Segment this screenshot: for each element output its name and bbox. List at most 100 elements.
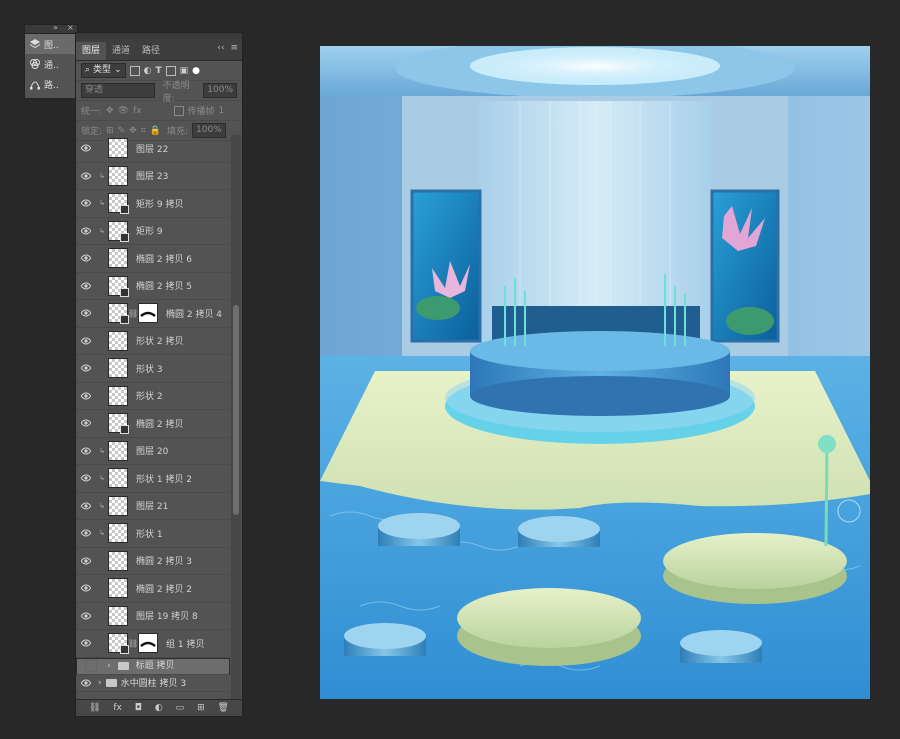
filter-toggle-icon[interactable]: ● xyxy=(192,66,200,76)
eye-icon[interactable] xyxy=(76,474,96,482)
unify-visibility-icon[interactable]: 👁 xyxy=(118,106,129,116)
eye-icon[interactable] xyxy=(76,199,96,207)
layer-thumbnail[interactable] xyxy=(108,165,128,186)
layer-name[interactable]: 椭圆 2 拷贝 3 xyxy=(136,554,192,567)
layer-row[interactable]: ⛓ 组 1 拷贝 xyxy=(76,630,230,658)
eye-icon[interactable] xyxy=(76,529,96,537)
eye-icon[interactable] xyxy=(76,502,96,510)
eye-icon[interactable] xyxy=(76,254,96,262)
layer-name[interactable]: 椭圆 2 拷贝 2 xyxy=(136,582,192,595)
eye-icon[interactable] xyxy=(76,172,96,180)
layer-row[interactable]: ↳ 图层 23 xyxy=(76,163,230,190)
mask-link-icon[interactable]: ⛓ xyxy=(128,309,138,318)
propagate-checkbox[interactable] xyxy=(173,105,184,116)
layer-row[interactable]: 椭圆 2 拷贝 6 xyxy=(76,245,230,273)
layer-thumbnail[interactable] xyxy=(108,330,128,351)
dock-paths-button[interactable]: 路.. xyxy=(25,74,77,94)
tab-layers[interactable]: 图层 xyxy=(76,42,107,60)
scroll-thumb[interactable] xyxy=(233,305,239,515)
layer-row[interactable]: 形状 2 xyxy=(76,383,230,410)
tab-channels[interactable]: 通道 xyxy=(106,42,136,60)
new-group-icon[interactable]: ▭ xyxy=(176,703,185,713)
layer-mask-thumbnail[interactable] xyxy=(138,633,158,654)
group-name[interactable]: 水中圆柱 拷贝 3 xyxy=(121,676,186,689)
layer-row[interactable]: ↳ 矩形 9 拷贝 xyxy=(76,190,230,218)
layer-name[interactable]: 图层 23 xyxy=(136,169,168,182)
layer-name[interactable]: 形状 1 拷贝 2 xyxy=(136,472,192,485)
mask-link-icon[interactable]: ⛓ xyxy=(128,639,138,648)
layer-name[interactable]: 矩形 9 xyxy=(136,224,163,237)
filter-kind-select[interactable]: ⌕ 类型 ⌄ xyxy=(81,63,126,78)
document-canvas[interactable] xyxy=(320,46,870,699)
layer-thumbnail[interactable] xyxy=(108,385,128,406)
layer-name[interactable]: 形状 2 xyxy=(136,389,163,402)
filter-type-icon[interactable]: T xyxy=(155,66,161,76)
layer-row[interactable]: ↳ 图层 20 xyxy=(76,438,230,465)
collapse-icon[interactable]: » xyxy=(53,23,58,32)
eye-icon[interactable] xyxy=(76,337,96,345)
fx-icon[interactable]: fx xyxy=(113,703,122,713)
layer-group-row[interactable]: › 标题 拷贝 xyxy=(76,657,230,675)
eye-icon[interactable] xyxy=(76,557,96,565)
layer-group-row[interactable]: › 水中圆柱 拷贝 3 xyxy=(76,675,230,692)
blend-mode-select[interactable]: 穿透 xyxy=(81,83,155,98)
eye-icon[interactable] xyxy=(76,282,96,290)
tab-paths[interactable]: 路径 xyxy=(136,42,166,60)
unify-position-icon[interactable]: ✥ xyxy=(106,106,114,116)
layer-thumbnail[interactable] xyxy=(108,413,129,435)
dock-layers-button[interactable]: 图.. xyxy=(25,34,77,54)
layer-thumbnail[interactable] xyxy=(108,303,129,325)
add-mask-icon[interactable]: ◘ xyxy=(135,703,142,713)
layer-row[interactable]: 图层 19 拷贝 8 xyxy=(76,603,230,630)
chevron-right-icon[interactable]: › xyxy=(107,660,111,673)
layer-name[interactable]: 形状 2 拷贝 xyxy=(136,334,183,347)
layer-thumbnail[interactable] xyxy=(108,605,128,626)
close-icon[interactable]: × xyxy=(67,23,74,32)
group-name[interactable]: 标题 拷贝 xyxy=(136,660,175,673)
filter-smartobject-icon[interactable]: ▣ xyxy=(180,66,189,76)
chevron-right-icon[interactable]: › xyxy=(98,678,102,688)
opacity-field[interactable]: 100% xyxy=(203,83,237,98)
layer-thumbnail[interactable] xyxy=(108,248,128,269)
layer-mask-thumbnail[interactable] xyxy=(138,303,158,324)
layer-name[interactable]: 椭圆 2 拷贝 4 xyxy=(166,307,222,320)
eye-icon[interactable] xyxy=(76,144,96,152)
layer-row[interactable]: ↳ 形状 1 拷贝 2 xyxy=(76,465,230,493)
layer-row[interactable]: 椭圆 2 拷贝 5 xyxy=(76,273,230,300)
layer-name[interactable]: 形状 1 xyxy=(136,527,163,540)
lock-artboard-icon[interactable]: ⌗ xyxy=(141,126,146,136)
filter-shape-icon[interactable] xyxy=(165,65,176,76)
layer-row[interactable]: ↳ 矩形 9 xyxy=(76,218,230,245)
layer-name[interactable]: 椭圆 2 拷贝 6 xyxy=(136,252,192,265)
eye-icon[interactable] xyxy=(76,639,96,647)
layer-thumbnail[interactable] xyxy=(108,220,129,242)
lock-all-icon[interactable]: 🔒 xyxy=(150,126,161,136)
eye-icon[interactable] xyxy=(76,392,96,400)
eye-icon[interactable] xyxy=(76,612,96,620)
eye-icon[interactable] xyxy=(76,679,96,687)
layer-thumbnail[interactable] xyxy=(108,138,128,159)
layer-row[interactable]: ↳ 图层 21 xyxy=(76,493,230,520)
lock-transparent-icon[interactable]: ⊞ xyxy=(106,126,114,136)
layer-name[interactable]: 椭圆 2 拷贝 xyxy=(136,417,183,430)
visibility-toggle-empty[interactable] xyxy=(85,660,97,672)
eye-icon[interactable] xyxy=(76,309,96,317)
layer-name[interactable]: 椭圆 2 拷贝 5 xyxy=(136,279,192,292)
layer-row[interactable]: 形状 2 拷贝 xyxy=(76,328,230,355)
eye-icon[interactable] xyxy=(76,227,96,235)
layer-thumbnail[interactable] xyxy=(108,440,128,461)
collapse-panel-icon[interactable]: ‹‹ xyxy=(217,43,224,53)
layer-row[interactable]: ⛓ 椭圆 2 拷贝 4 xyxy=(76,300,230,328)
eye-icon[interactable] xyxy=(76,447,96,455)
layer-row[interactable]: 图层 22 xyxy=(76,135,230,163)
panel-menu-icon[interactable]: ≡ xyxy=(230,43,238,53)
layer-thumbnail[interactable] xyxy=(108,495,128,516)
layer-thumbnail[interactable] xyxy=(108,358,128,379)
dock-channels-button[interactable]: 通.. xyxy=(25,54,77,74)
layer-row[interactable]: 形状 3 xyxy=(76,355,230,383)
layer-row[interactable]: 椭圆 2 拷贝 3 xyxy=(76,548,230,575)
layer-name[interactable]: 形状 3 xyxy=(136,362,163,375)
layer-row[interactable]: ↳ 形状 1 xyxy=(76,520,230,548)
layer-name[interactable]: 组 1 拷贝 xyxy=(166,637,204,650)
layer-row[interactable]: 椭圆 2 拷贝 xyxy=(76,410,230,438)
